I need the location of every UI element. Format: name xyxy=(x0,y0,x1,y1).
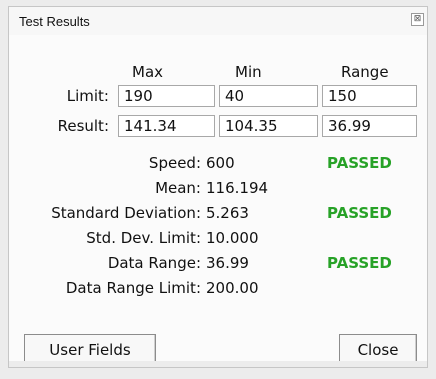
mean-label: Mean: xyxy=(155,179,201,197)
result-row-label: Result: xyxy=(57,117,109,135)
std-dev-label: Standard Deviation: xyxy=(51,204,201,222)
limit-min-field: 40 xyxy=(219,85,318,107)
title-bar: Test Results ⊠ xyxy=(9,7,427,35)
speed-value: 600 xyxy=(206,154,235,172)
std-dev-value: 5.263 xyxy=(206,204,249,222)
close-window-icon[interactable]: ⊠ xyxy=(411,13,424,26)
result-range-field: 36.99 xyxy=(322,115,417,137)
std-dev-limit-label: Std. Dev. Limit: xyxy=(86,229,201,247)
data-range-status: PASSED xyxy=(327,254,392,272)
column-header-max: Max xyxy=(132,63,164,81)
result-min-field: 104.35 xyxy=(219,115,318,137)
test-results-dialog: Test Results ⊠ Max Min Range Limit: 190 … xyxy=(8,6,428,368)
std-dev-limit-value: 10.000 xyxy=(206,229,259,247)
limit-row-label: Limit: xyxy=(66,87,109,105)
column-header-min: Min xyxy=(235,63,262,81)
data-range-limit-value: 200.00 xyxy=(206,279,259,297)
mean-value: 116.194 xyxy=(206,179,269,197)
dialog-content: Max Min Range Limit: 190 40 150 Result: … xyxy=(9,35,427,367)
dialog-title: Test Results xyxy=(19,14,90,29)
std-dev-status: PASSED xyxy=(327,204,392,222)
limit-range-field: 150 xyxy=(322,85,417,107)
data-range-limit-label: Data Range Limit: xyxy=(65,279,201,297)
result-max-field: 141.34 xyxy=(118,115,215,137)
data-range-label: Data Range: xyxy=(107,254,201,272)
speed-status: PASSED xyxy=(327,154,392,172)
data-range-value: 36.99 xyxy=(206,254,249,272)
limit-max-field: 190 xyxy=(118,85,215,107)
column-header-range: Range xyxy=(341,63,389,81)
speed-label: Speed: xyxy=(148,154,201,172)
dialog-bottom-edge xyxy=(9,361,427,367)
